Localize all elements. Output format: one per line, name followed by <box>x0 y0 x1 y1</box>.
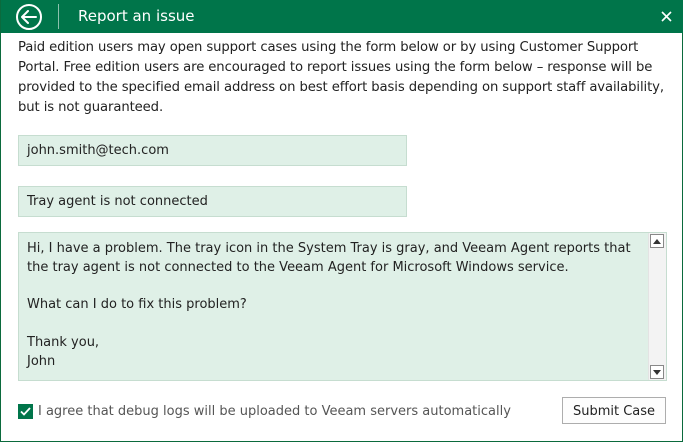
dialog-title: Report an issue <box>78 7 195 25</box>
agree-label[interactable]: I agree that debug logs will be uploaded… <box>38 404 511 419</box>
triangle-down-icon <box>653 369 661 375</box>
triangle-up-icon <box>653 238 661 244</box>
agree-checkbox[interactable] <box>18 403 33 419</box>
email-field[interactable]: john.smith@tech.com <box>18 135 407 166</box>
scroll-down-button[interactable] <box>650 365 664 379</box>
agree-row: I agree that debug logs will be uploaded… <box>18 402 511 420</box>
back-arrow-icon <box>21 10 37 24</box>
close-button[interactable] <box>659 9 674 24</box>
intro-text: Paid edition users may open support case… <box>18 40 664 115</box>
close-icon <box>661 11 672 22</box>
back-button[interactable] <box>16 4 42 30</box>
title-bar: Report an issue <box>1 0 683 33</box>
title-divider <box>58 4 59 29</box>
message-scrollbar[interactable] <box>648 233 666 380</box>
submit-case-button[interactable]: Submit Case <box>562 397 666 424</box>
message-textarea[interactable]: Hi, I have a problem. The tray icon in t… <box>18 232 667 381</box>
scroll-track[interactable] <box>652 251 662 359</box>
subject-field[interactable]: Tray agent is not connected <box>18 186 407 217</box>
report-issue-dialog: Report an issue Paid edition users may o… <box>0 0 683 442</box>
message-text: Hi, I have a problem. The tray icon in t… <box>27 241 631 369</box>
checkmark-icon <box>20 406 31 416</box>
scroll-up-button[interactable] <box>650 234 664 248</box>
